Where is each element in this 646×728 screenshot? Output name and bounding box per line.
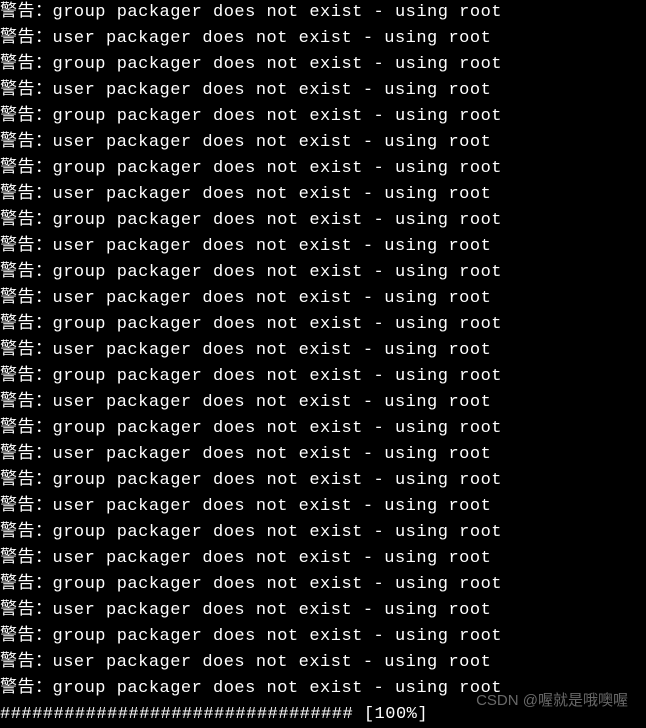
warning-line: 警告：user packager does not exist - using … xyxy=(0,182,646,208)
progress-bar-line: ################################# [100%] xyxy=(0,702,646,728)
warning-line: 警告：group packager does not exist - using… xyxy=(0,676,646,702)
warning-line: 警告：user packager does not exist - using … xyxy=(0,234,646,260)
warning-line: 警告：user packager does not exist - using … xyxy=(0,26,646,52)
warning-line: 警告：group packager does not exist - using… xyxy=(0,520,646,546)
warning-line: 警告：user packager does not exist - using … xyxy=(0,286,646,312)
warning-line: 警告：group packager does not exist - using… xyxy=(0,260,646,286)
warning-line: 警告：group packager does not exist - using… xyxy=(0,104,646,130)
warning-line: 警告：group packager does not exist - using… xyxy=(0,52,646,78)
warning-line: 警告：group packager does not exist - using… xyxy=(0,364,646,390)
warning-line: 警告：group packager does not exist - using… xyxy=(0,624,646,650)
warning-line: 警告：group packager does not exist - using… xyxy=(0,468,646,494)
warning-line: 警告：user packager does not exist - using … xyxy=(0,494,646,520)
warning-line: 警告：group packager does not exist - using… xyxy=(0,0,646,26)
warning-line: 警告：group packager does not exist - using… xyxy=(0,156,646,182)
warning-line: 警告：user packager does not exist - using … xyxy=(0,546,646,572)
warning-line: 警告：user packager does not exist - using … xyxy=(0,338,646,364)
terminal-output: 警告：group packager does not exist - using… xyxy=(0,0,646,702)
warning-line: 警告：group packager does not exist - using… xyxy=(0,312,646,338)
warning-line: 警告：group packager does not exist - using… xyxy=(0,572,646,598)
warning-line: 警告：user packager does not exist - using … xyxy=(0,598,646,624)
warning-line: 警告：user packager does not exist - using … xyxy=(0,130,646,156)
warning-line: 警告：user packager does not exist - using … xyxy=(0,650,646,676)
warning-line: 警告：group packager does not exist - using… xyxy=(0,208,646,234)
warning-line: 警告：user packager does not exist - using … xyxy=(0,442,646,468)
warning-line: 警告：user packager does not exist - using … xyxy=(0,390,646,416)
warning-line: 警告：group packager does not exist - using… xyxy=(0,416,646,442)
warning-line: 警告：user packager does not exist - using … xyxy=(0,78,646,104)
